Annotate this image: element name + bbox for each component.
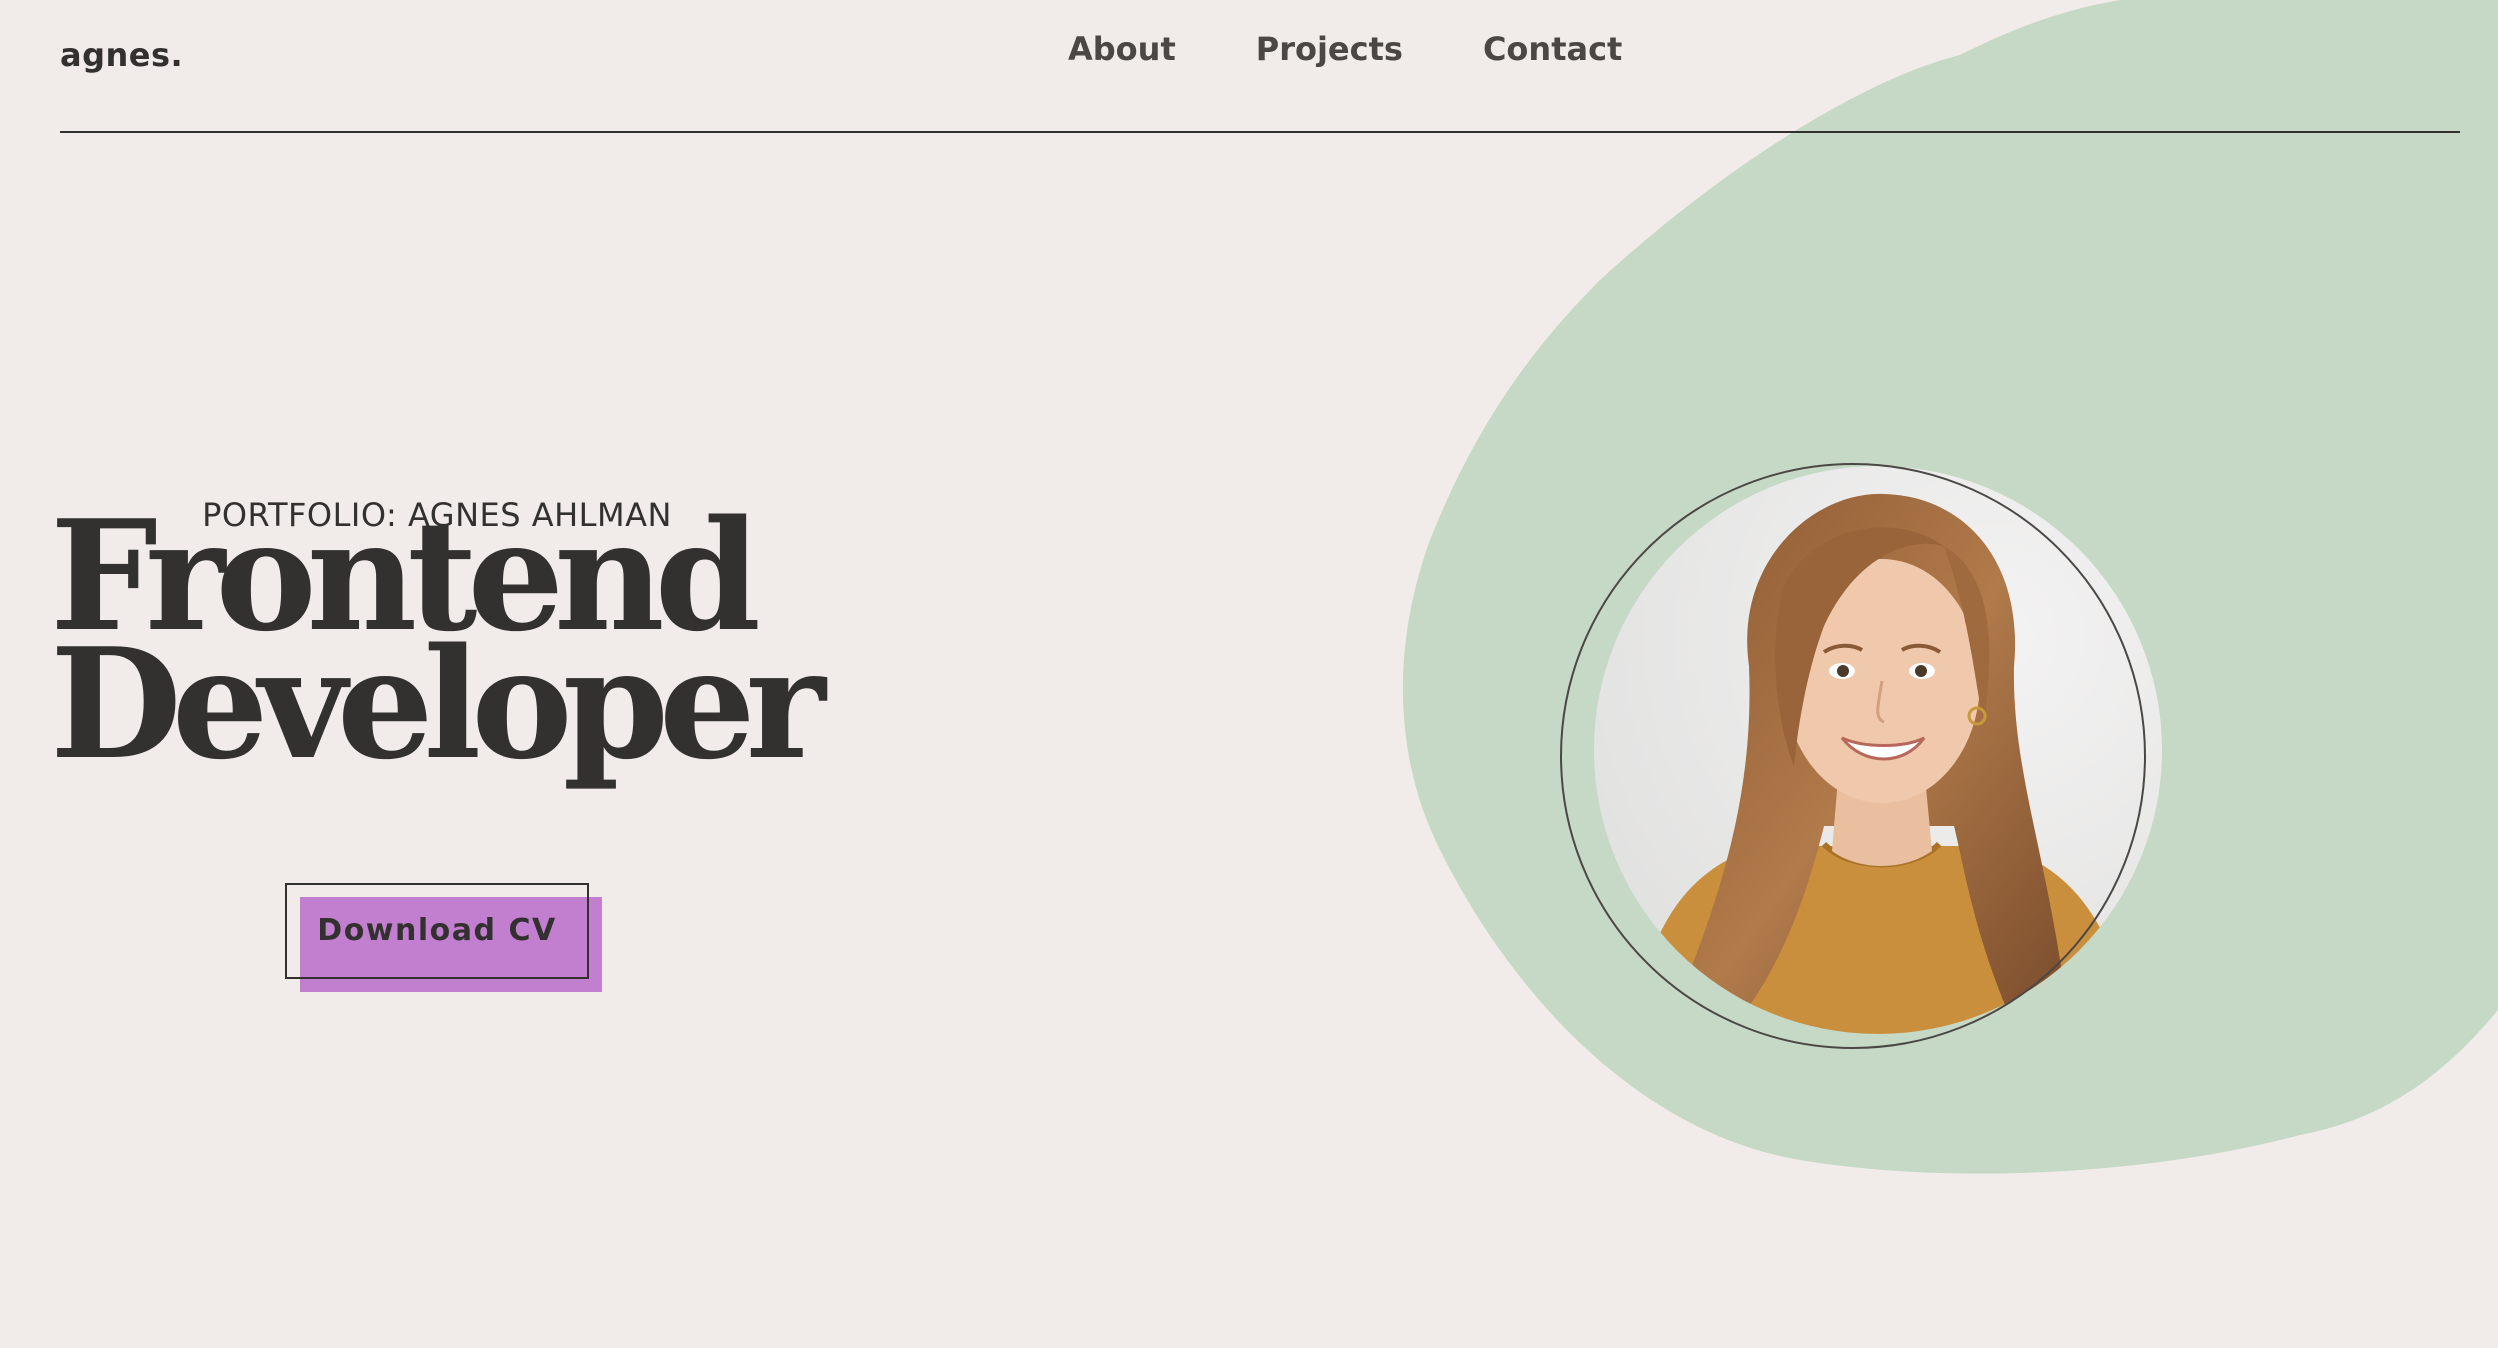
nav-link-projects[interactable]: Projects <box>1256 30 1403 68</box>
header-divider <box>60 131 2460 133</box>
hero-headline: Frontend Developer <box>50 500 826 793</box>
headline-line-2: Developer <box>50 614 826 793</box>
site-logo[interactable]: agnes. <box>60 36 183 74</box>
main-nav: About Projects Contact <box>1068 30 1622 68</box>
nav-link-contact[interactable]: Contact <box>1483 30 1622 68</box>
portrait-ring <box>1560 463 2146 1049</box>
download-cv-button[interactable]: Download CV <box>285 883 589 979</box>
nav-link-about[interactable]: About <box>1068 30 1176 68</box>
